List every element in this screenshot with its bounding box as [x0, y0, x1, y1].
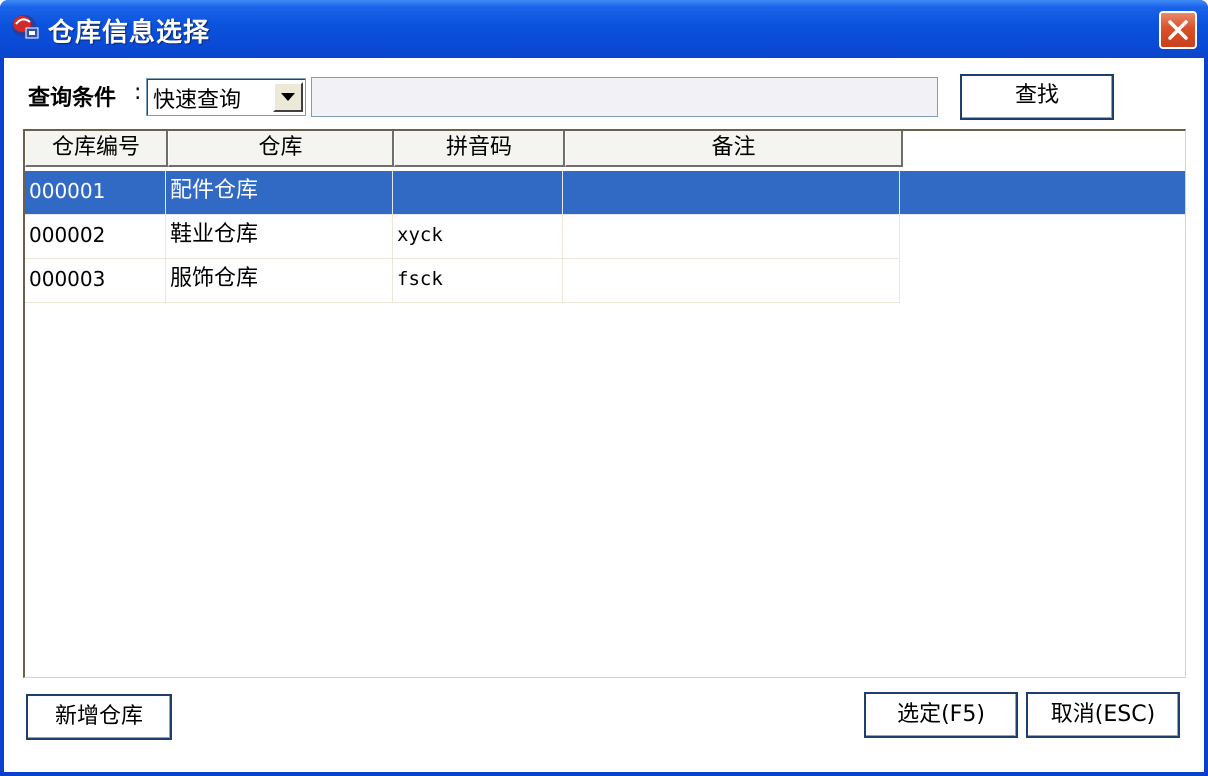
- query-mode-value: 快速查询: [153, 88, 242, 113]
- cell-pinyin: [393, 171, 563, 215]
- warehouse-table: 仓库编号 仓库 拼音码 备注 000001 配件仓库 000002 鞋业仓库 x…: [23, 129, 1186, 678]
- chevron-down-icon: [281, 93, 295, 101]
- close-button[interactable]: [1159, 11, 1197, 49]
- table-row[interactable]: 000002 鞋业仓库 xyck: [25, 215, 900, 259]
- cell-warehouse: 服饰仓库: [166, 259, 393, 303]
- column-header-code[interactable]: 仓库编号: [25, 131, 168, 167]
- cell-warehouse: 鞋业仓库: [166, 215, 393, 259]
- column-header-note[interactable]: 备注: [565, 131, 903, 167]
- cancel-button[interactable]: 取消(ESC): [1026, 692, 1180, 738]
- cell-pinyin: xyck: [393, 215, 563, 259]
- add-warehouse-button[interactable]: 新增仓库: [26, 694, 172, 740]
- app-logo-icon: [12, 15, 39, 39]
- cell-note: [563, 215, 900, 259]
- table-row[interactable]: 000001 配件仓库: [25, 171, 1185, 215]
- query-mode-select[interactable]: 快速查询: [146, 78, 306, 116]
- cell-code: 000002: [25, 215, 166, 259]
- column-header-warehouse[interactable]: 仓库: [168, 131, 394, 167]
- table-header: 仓库编号 仓库 拼音码 备注: [25, 131, 1185, 169]
- column-header-pinyin[interactable]: 拼音码: [394, 131, 565, 167]
- window-title: 仓库信息选择: [48, 18, 211, 48]
- search-input[interactable]: [311, 77, 938, 117]
- query-colon: :: [134, 80, 142, 105]
- dialog-body: 查询条件 : 快速查询 查找 仓库编号 仓库 拼音码 备注 000001 配件仓…: [4, 58, 1204, 772]
- cell-code: 000003: [25, 259, 166, 303]
- cell-note: [563, 259, 900, 303]
- dropdown-button[interactable]: [273, 82, 303, 112]
- cell-pinyin: fsck: [393, 259, 563, 303]
- select-button[interactable]: 选定(F5): [864, 692, 1018, 738]
- query-condition-label: 查询条件: [28, 86, 117, 111]
- dialog-window: 仓库信息选择 查询条件 : 快速查询 查找 仓库编号 仓库 拼音码 备注 000…: [0, 0, 1208, 776]
- cell-note: [563, 171, 900, 215]
- find-button[interactable]: 查找: [960, 74, 1114, 120]
- close-icon: [1168, 20, 1188, 40]
- cell-filler: [900, 171, 1185, 215]
- cell-warehouse: 配件仓库: [166, 171, 393, 215]
- cell-code: 000001: [25, 171, 166, 215]
- table-row[interactable]: 000003 服饰仓库 fsck: [25, 259, 900, 303]
- title-bar[interactable]: 仓库信息选择: [0, 0, 1208, 58]
